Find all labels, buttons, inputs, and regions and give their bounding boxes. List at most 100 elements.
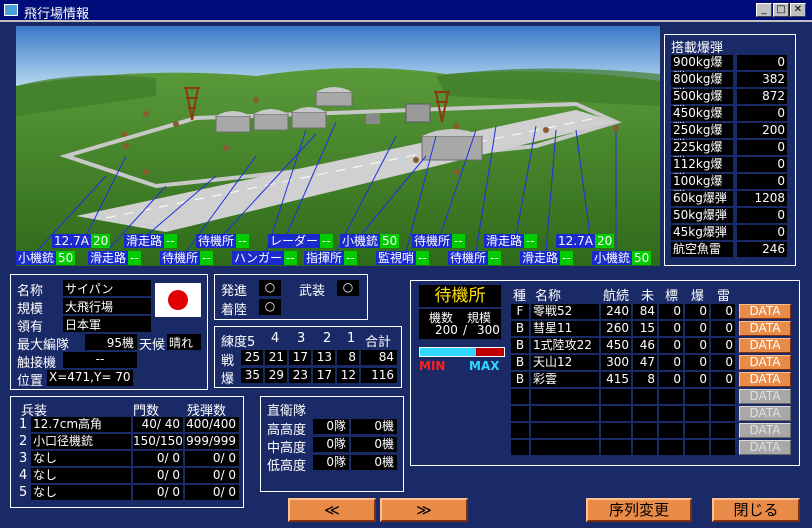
data-button[interactable]: DATA [739,338,791,353]
close-button[interactable]: 閉じる [712,498,800,522]
owner-label: 領有 [17,320,44,335]
guard-row-label: 中高度 [267,441,307,456]
owner-value: 日本軍 [63,316,151,332]
weather-label: 天候 [139,338,166,353]
data-button[interactable]: DATA [739,355,791,370]
airfield-scene [16,26,660,266]
table-row[interactable]: B 天山12 300 47 0 0 0 DATA [511,355,795,371]
map-label-runway-4[interactable]: 滑走路 -- [520,251,573,266]
bomb-row: 900kg爆弾0 [671,55,787,84]
cell-unassigned [633,406,657,421]
cell-bomb [685,406,709,421]
training-header: 練度5 [221,335,256,350]
data-button: DATA [739,389,791,404]
training-cell: 13 [313,350,335,365]
next-button[interactable]: ≫ [380,498,468,522]
arms-row-number: 2 [19,434,28,449]
map-label-standby-1[interactable]: 待機所 -- [196,234,249,249]
map-label-command-post[interactable]: 指揮所 -- [304,251,357,266]
cell-target [659,440,683,455]
title-bar: 飛行場情報 _ □ ✕ [0,0,812,22]
map-label-aa-gun-1[interactable]: 12.7A 20 [52,234,111,249]
base-info-panel: 名称 サイパン 規模 大飛行場 領有 日本軍 最大編隊 95機 天候 晴れ 触接… [10,274,208,390]
airfield-view: 12.7A 20 滑走路 -- 待機所 -- レーダー -- 小機銃 50 待機所 -- 滑… [16,26,660,266]
map-label-mg-1[interactable]: 小機銃 50 [340,234,400,249]
cell-name [531,389,599,404]
name-label: 名称 [17,284,44,299]
cell-name: 彩雲 [531,372,599,387]
cell-torpedo: 0 [711,338,735,353]
cell-range [601,440,631,455]
position-label: 位置 [17,374,44,389]
map-label-standby-4[interactable]: 待機所 -- [448,251,501,266]
bomb-row: 100kg爆弾0 [671,174,787,203]
cell-target [659,406,683,421]
cell-name [531,440,599,455]
cell-unassigned [633,440,657,455]
map-label-runway-2[interactable]: 滑走路 -- [484,234,537,249]
armament-panel: 兵装 門数 残弾数 1 12.7cm高角 40/ 40 400/400 2 小口… [10,396,244,508]
arms-count: 40/ 40 [133,417,183,432]
map-label-aa-gun-2[interactable]: 12.7A 20 [556,234,615,249]
cell-bomb [685,423,709,438]
map-label-hangar[interactable]: ハンガー -- [232,251,297,266]
table-row[interactable]: F 零戦52 240 84 0 0 0 DATA [511,304,795,320]
bomb-row: 45kg爆弾 0 [671,225,787,240]
table-row[interactable]: B 彗星11 260 15 0 0 0 DATA [511,321,795,337]
map-label-runway-3[interactable]: 滑走路 -- [88,251,141,266]
training-header: 3 [297,331,306,346]
table-row[interactable]: B 1式陸攻22 450 46 0 0 0 DATA [511,338,795,354]
bomb-row: 50kg爆弾 0 [671,208,787,223]
cell-range: 240 [601,304,631,319]
standby-count-box: 機数 規模 200 / 300 [419,309,501,339]
data-button[interactable]: DATA [739,321,791,336]
map-label-mg-2[interactable]: 小機銃 50 [16,251,76,266]
weather-value: 晴れ [167,334,201,350]
cell-bomb: 0 [685,355,709,370]
data-button[interactable]: DATA [739,372,791,387]
launch-value: ○ [259,280,281,296]
land-value: ○ [259,299,281,315]
col-header-target: 標 [665,289,679,304]
cell-target [659,423,683,438]
training-cell: 17 [289,350,311,365]
cell-unassigned: 15 [633,321,657,336]
cell-bomb [685,440,709,455]
guard-title: 直衛隊 [267,404,307,419]
cell-torpedo [711,406,735,421]
prev-button[interactable]: ≪ [288,498,376,522]
arms-count: 0/ 0 [133,468,183,483]
bomb-row: 225kg爆弾0 [671,140,787,169]
map-label-standby-3[interactable]: 待機所 -- [160,251,213,266]
minimize-button[interactable]: _ [756,3,772,17]
data-button[interactable]: DATA [739,304,791,319]
cell-torpedo: 0 [711,355,735,370]
guard-squads: 0隊 [313,419,349,434]
table-row[interactable]: B 彩雲 415 8 0 0 0 DATA [511,372,795,388]
training-panel: 練度5 4 3 2 1 合計 戦 25 21 17 13 8 84 爆 35 2… [214,326,402,388]
map-label-mg-3[interactable]: 小機銃 50 [592,251,652,266]
data-button: DATA [739,440,791,455]
arms-ammo: 400/400 [185,417,239,432]
map-label-runway-1[interactable]: 滑走路 -- [124,234,177,249]
col-header-name: 名称 [535,289,562,304]
training-header: 1 [347,331,356,346]
map-label-lookout[interactable]: 監視哨 -- [376,251,429,266]
cell-bomb [685,389,709,404]
arms-count: 150/150 [133,434,183,449]
standby-count-value: 200 [435,323,458,337]
bomb-row: 60kg爆弾 1208 [671,191,787,206]
training-cell: 35 [241,368,263,383]
standby-title: 待機所 [419,285,501,307]
cell-range [601,389,631,404]
map-label-standby-2[interactable]: 待機所 -- [412,234,465,249]
maximize-button[interactable]: □ [773,3,789,17]
reorder-button[interactable]: 序列変更 [586,498,692,522]
cell-type: B [511,355,529,370]
training-header: 合計 [365,335,392,350]
map-label-radar[interactable]: レーダー -- [268,234,333,249]
close-window-button[interactable]: ✕ [790,3,806,17]
arms-count: 0/ 0 [133,485,183,500]
cell-target [659,389,683,404]
cell-range [601,406,631,421]
